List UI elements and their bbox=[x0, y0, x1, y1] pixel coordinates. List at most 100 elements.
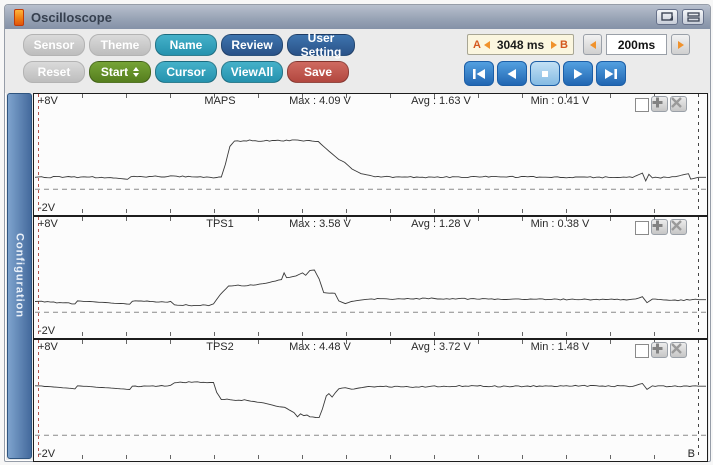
scale-top-label: +8V bbox=[38, 341, 58, 353]
left-arrow-icon bbox=[590, 41, 596, 49]
waveform-trace bbox=[35, 270, 706, 306]
popout-window-icon bbox=[661, 12, 674, 22]
min-value: Min : 0.38 V bbox=[531, 218, 590, 230]
channel-name: TPS2 bbox=[206, 341, 234, 353]
scale-bottom-label: -2V bbox=[38, 325, 55, 337]
channels: +8V -2V MAPS Max : 4.09 V Avg : 1.63 V Min : … bbox=[33, 93, 708, 460]
playback-skip-end-button[interactable] bbox=[596, 61, 626, 86]
stop-icon bbox=[537, 68, 553, 80]
play-icon bbox=[570, 68, 586, 80]
scale-top-label: +8V bbox=[38, 218, 58, 230]
waveform-plot bbox=[34, 340, 707, 459]
configuration-label: Configuration bbox=[14, 233, 26, 318]
user-setting-button[interactable]: User Setting bbox=[287, 34, 355, 56]
button-label: Reset bbox=[38, 65, 71, 79]
channel-name: MAPS bbox=[204, 95, 235, 107]
scale-top-label: +8V bbox=[38, 95, 58, 107]
playback-controls bbox=[464, 61, 626, 86]
channel-zoom-button[interactable] bbox=[651, 342, 668, 358]
scale-bottom-label: -2V bbox=[38, 202, 55, 214]
channel-close-button[interactable] bbox=[670, 342, 687, 358]
channel-zoom-button[interactable] bbox=[651, 96, 668, 112]
button-label: Theme bbox=[101, 38, 140, 52]
reset-button[interactable]: Reset bbox=[23, 61, 85, 83]
ab-range-value: 3048 ms bbox=[490, 38, 551, 52]
avg-value: Avg : 1.63 V bbox=[411, 95, 471, 107]
waveform-trace bbox=[35, 382, 706, 418]
review-button[interactable]: Review bbox=[221, 34, 283, 56]
min-value: Min : 1.48 V bbox=[531, 341, 590, 353]
min-value: Min : 0.41 V bbox=[531, 95, 590, 107]
ab-range-box[interactable]: A 3048 ms B bbox=[467, 34, 574, 55]
waveform-trace bbox=[35, 140, 706, 181]
window-title: Oscilloscope bbox=[31, 10, 112, 25]
oscilloscope-window: Oscilloscope Sensor Theme Name Review User S… bbox=[4, 4, 711, 462]
close-icon bbox=[671, 97, 682, 108]
cursor-button[interactable]: Cursor bbox=[155, 61, 217, 83]
skip-end-icon bbox=[603, 68, 619, 80]
b-right-arrow-icon bbox=[551, 41, 557, 49]
scale-bottom-label: -2V bbox=[38, 448, 55, 460]
plus-icon bbox=[652, 220, 663, 231]
button-label: Cursor bbox=[166, 65, 205, 79]
waveform-plot bbox=[34, 94, 707, 213]
cursor-b-label: B bbox=[560, 39, 568, 51]
start-spinner-icon bbox=[133, 67, 139, 77]
channel-select-checkbox[interactable] bbox=[635, 344, 649, 358]
channel-maps: +8V -2V MAPS Max : 4.09 V Avg : 1.63 V Min : … bbox=[33, 93, 708, 216]
skip-start-icon bbox=[471, 68, 487, 80]
cursor-b-label: B bbox=[688, 448, 695, 460]
playback-play-button[interactable] bbox=[563, 61, 593, 86]
channel-zoom-button[interactable] bbox=[651, 219, 668, 235]
channel-tps2: +8V -2V TPS2 Max : 4.48 V Avg : 3.72 V Min : … bbox=[33, 339, 708, 462]
close-icon bbox=[671, 343, 682, 354]
avg-value: Avg : 3.72 V bbox=[411, 341, 471, 353]
max-value: Max : 3.58 V bbox=[289, 218, 351, 230]
max-value: Max : 4.09 V bbox=[289, 95, 351, 107]
window-buttons bbox=[656, 9, 704, 25]
right-arrow-icon bbox=[678, 41, 684, 49]
playback-step-back-button[interactable] bbox=[497, 61, 527, 86]
button-label: User Setting bbox=[288, 31, 354, 59]
button-label: Sensor bbox=[34, 38, 75, 52]
channel-name: TPS1 bbox=[206, 218, 234, 230]
configuration-tab[interactable]: Configuration bbox=[7, 93, 32, 459]
channel-close-button[interactable] bbox=[670, 96, 687, 112]
channel-tps1: +8V -2V TPS1 Max : 3.58 V Avg : 1.28 V Min : … bbox=[33, 216, 708, 339]
button-label: ViewAll bbox=[231, 65, 273, 79]
channel-close-button[interactable] bbox=[670, 219, 687, 235]
titlebar: Oscilloscope bbox=[5, 5, 710, 29]
stack-windows-icon bbox=[687, 12, 700, 22]
toolbar-row-1: Sensor Theme Name Review User Setting bbox=[23, 34, 355, 56]
viewall-button[interactable]: ViewAll bbox=[221, 61, 283, 83]
playback-stop-button[interactable] bbox=[530, 61, 560, 86]
button-label: Save bbox=[304, 65, 332, 79]
channel-select-checkbox[interactable] bbox=[635, 221, 649, 235]
waveform-plot bbox=[34, 217, 707, 336]
timebase-value[interactable]: 200ms bbox=[606, 34, 667, 55]
app-icon bbox=[14, 9, 24, 26]
toolbar-row-2: Reset Start Cursor ViewAll Save bbox=[23, 61, 349, 83]
button-label: Start bbox=[101, 65, 128, 79]
button-label: Review bbox=[231, 38, 272, 52]
step-back-icon bbox=[504, 68, 520, 80]
playback-skip-start-button[interactable] bbox=[464, 61, 494, 86]
avg-value: Avg : 1.28 V bbox=[411, 218, 471, 230]
start-button[interactable]: Start bbox=[89, 61, 151, 83]
sensor-button[interactable]: Sensor bbox=[23, 34, 85, 56]
name-button[interactable]: Name bbox=[155, 34, 217, 56]
theme-button[interactable]: Theme bbox=[89, 34, 151, 56]
button-label: Name bbox=[170, 38, 203, 52]
max-value: Max : 4.48 V bbox=[289, 341, 351, 353]
plus-icon bbox=[652, 343, 663, 354]
plus-icon bbox=[652, 97, 663, 108]
stack-window-button[interactable] bbox=[682, 9, 704, 25]
cursor-a-label: A bbox=[473, 39, 481, 51]
toolbar: Sensor Theme Name Review User Setting Reset S… bbox=[5, 29, 710, 93]
channel-select-checkbox[interactable] bbox=[635, 98, 649, 112]
save-button[interactable]: Save bbox=[287, 61, 349, 83]
popout-window-button[interactable] bbox=[656, 9, 678, 25]
timebase-decrease-button[interactable] bbox=[583, 34, 602, 55]
close-icon bbox=[671, 220, 682, 231]
timebase-increase-button[interactable] bbox=[671, 34, 690, 55]
